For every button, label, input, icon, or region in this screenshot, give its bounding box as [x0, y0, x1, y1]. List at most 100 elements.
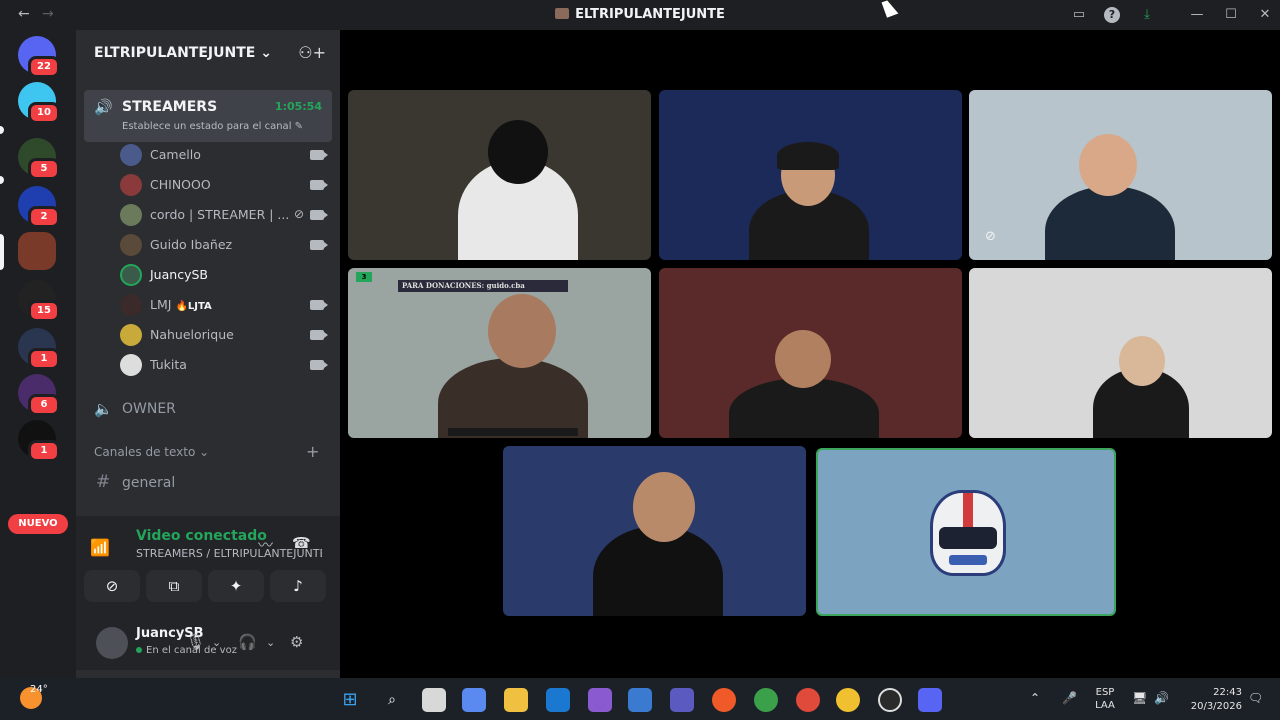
gear-icon[interactable]: ⚙ — [290, 633, 303, 651]
chevron-down-icon[interactable]: ⌄ — [266, 636, 275, 649]
guild-icon[interactable]: 15 — [18, 280, 60, 322]
inbox-icon[interactable]: ▭ — [1070, 7, 1088, 22]
voice-member[interactable]: Camello — [120, 142, 332, 168]
voice-status-dot — [136, 647, 142, 653]
voice-member[interactable]: Tukita — [120, 352, 332, 378]
minimize-button[interactable]: — — [1188, 7, 1206, 22]
m365-icon[interactable] — [588, 688, 612, 712]
voice-channel-owner[interactable]: 🔈 OWNER — [94, 398, 334, 422]
mic-muted-icon: ⊘ — [293, 207, 304, 221]
window-title: ELTRIPULANTEJUNTE — [0, 7, 1280, 22]
avatar — [120, 144, 142, 166]
category-text-channels[interactable]: Canales de texto ⌄ — [94, 445, 209, 459]
close-button[interactable]: ✕ — [1256, 7, 1274, 22]
avatar — [120, 234, 142, 256]
guild-icon[interactable]: 2 — [18, 186, 60, 228]
maximize-button[interactable]: ☐ — [1222, 7, 1240, 22]
avatar — [120, 294, 142, 316]
clock[interactable]: 22:43 20/3/2026 — [1184, 686, 1242, 714]
voice-member[interactable]: LMJ 🔥LJTA — [120, 292, 332, 318]
discord-icon[interactable] — [918, 688, 942, 712]
mention-badge: 6 — [28, 394, 60, 416]
video-tile[interactable] — [659, 90, 962, 260]
create-channel-icon[interactable]: + — [306, 442, 319, 461]
store-icon[interactable] — [628, 688, 652, 712]
voice-member[interactable]: CHINOOO — [120, 172, 332, 198]
chevron-up-icon[interactable]: ⌃ — [1030, 691, 1040, 705]
video-tile[interactable]: ⊘ — [969, 90, 1272, 260]
guild-icon[interactable]: 5 — [18, 138, 60, 180]
signal-icon[interactable]: 📶 — [90, 538, 110, 557]
notifications-icon[interactable]: 🗨 — [1248, 691, 1263, 705]
volume-icon[interactable]: 🔊 — [1154, 691, 1169, 705]
voice-member[interactable]: Guido Ibañez — [120, 232, 332, 258]
search-icon[interactable]: ⌕ — [380, 688, 404, 712]
helmet-avatar — [930, 490, 1006, 576]
language-indicator[interactable]: ESP LAA — [1094, 686, 1116, 712]
file-explorer-icon[interactable] — [504, 688, 528, 712]
video-grid: ⊘ 3 PARA DONACIONES: guido.cba — [340, 30, 1280, 678]
start-icon[interactable]: ⊞ — [338, 688, 362, 712]
avatar[interactable] — [96, 627, 128, 659]
selected-pip — [0, 234, 4, 270]
video-tile[interactable] — [348, 90, 651, 260]
obs-icon[interactable] — [878, 688, 902, 712]
microphone-icon[interactable]: 🎤 — [1062, 691, 1077, 705]
server-list: 22 10 5 2 15 1 6 1 NUEVO — [0, 30, 76, 678]
voice-member[interactable]: JuancySB — [120, 262, 332, 288]
voice-channel-streamers[interactable]: 🔊 STREAMERS 1:05:54 Establece un estado … — [84, 90, 332, 142]
screen-share-icon: ⧉ — [168, 577, 180, 595]
noise-suppression-icon[interactable]: 〰 — [258, 534, 273, 555]
copilot-icon[interactable] — [462, 688, 486, 712]
guild-icon[interactable] — [18, 232, 56, 270]
connection-status[interactable]: Video conectado — [136, 528, 267, 544]
voice-connection-panel: 📶 Video conectado STREAMERS / ELTRIPULAN… — [76, 516, 340, 634]
participant-head — [633, 472, 695, 542]
video-tile-avatar-only[interactable] — [816, 448, 1116, 616]
guild-icon[interactable]: 6 — [18, 374, 60, 416]
video-tile[interactable] — [503, 446, 806, 616]
speaker-icon: 🔊 — [94, 98, 113, 116]
video-tile[interactable] — [969, 268, 1272, 438]
camera-icon — [310, 180, 328, 190]
headphones-icon[interactable]: 🎧 — [238, 633, 257, 651]
chrome-icon[interactable] — [796, 688, 820, 712]
chrome-icon[interactable] — [836, 688, 860, 712]
disconnect-icon[interactable]: ☎ — [292, 534, 311, 552]
voice-member[interactable]: Nahuelorique — [120, 322, 332, 348]
task-view-icon[interactable] — [422, 688, 446, 712]
add-member-icon[interactable]: ⚇+ — [298, 43, 326, 62]
guild-icon[interactable]: 10 — [18, 82, 60, 124]
download-icon[interactable]: ⤓ — [1138, 7, 1156, 22]
soundboard-button[interactable]: ♪ — [270, 570, 326, 602]
camera-icon — [310, 300, 328, 310]
chrome-icon[interactable] — [754, 688, 778, 712]
app-icon[interactable] — [712, 688, 736, 712]
guild-icon[interactable]: 22 — [18, 36, 60, 78]
avatar — [120, 204, 142, 226]
voice-member[interactable]: cordo | STREAMER | ... ⊘ — [120, 202, 332, 228]
guild-icon[interactable]: 1 — [18, 328, 60, 370]
video-tile[interactable]: 3 PARA DONACIONES: guido.cba — [348, 268, 651, 438]
chevron-down-icon[interactable]: ⌄ — [212, 636, 221, 649]
screen-share-button[interactable]: ⧉ — [146, 570, 202, 602]
server-header[interactable]: ELTRIPULANTEJUNTE ⌄ ⚇+ — [76, 30, 340, 78]
participant-head — [775, 330, 831, 388]
activities-button[interactable]: ✦ — [208, 570, 264, 602]
microphone-icon[interactable]: 🎙 — [186, 633, 205, 651]
teams-icon[interactable] — [670, 688, 694, 712]
server-icon — [555, 8, 570, 19]
camera-icon — [310, 360, 328, 370]
camera-off-button[interactable]: ⊘ — [84, 570, 140, 602]
channel-status[interactable]: Establece un estado para el canal ✎ — [122, 121, 303, 132]
video-tile[interactable] — [659, 268, 962, 438]
network-icon[interactable]: 🖥 — [1132, 691, 1147, 705]
outlook-icon[interactable] — [546, 688, 570, 712]
new-unreads-pill[interactable]: NUEVO — [8, 514, 68, 534]
helmet-visor — [939, 527, 997, 549]
member-name: CHINOOO — [150, 177, 211, 192]
help-icon[interactable]: ? — [1104, 7, 1120, 23]
text-channel-general[interactable]: # general — [94, 472, 334, 496]
participant-head — [488, 294, 556, 368]
guild-icon[interactable]: 1 — [18, 420, 60, 462]
